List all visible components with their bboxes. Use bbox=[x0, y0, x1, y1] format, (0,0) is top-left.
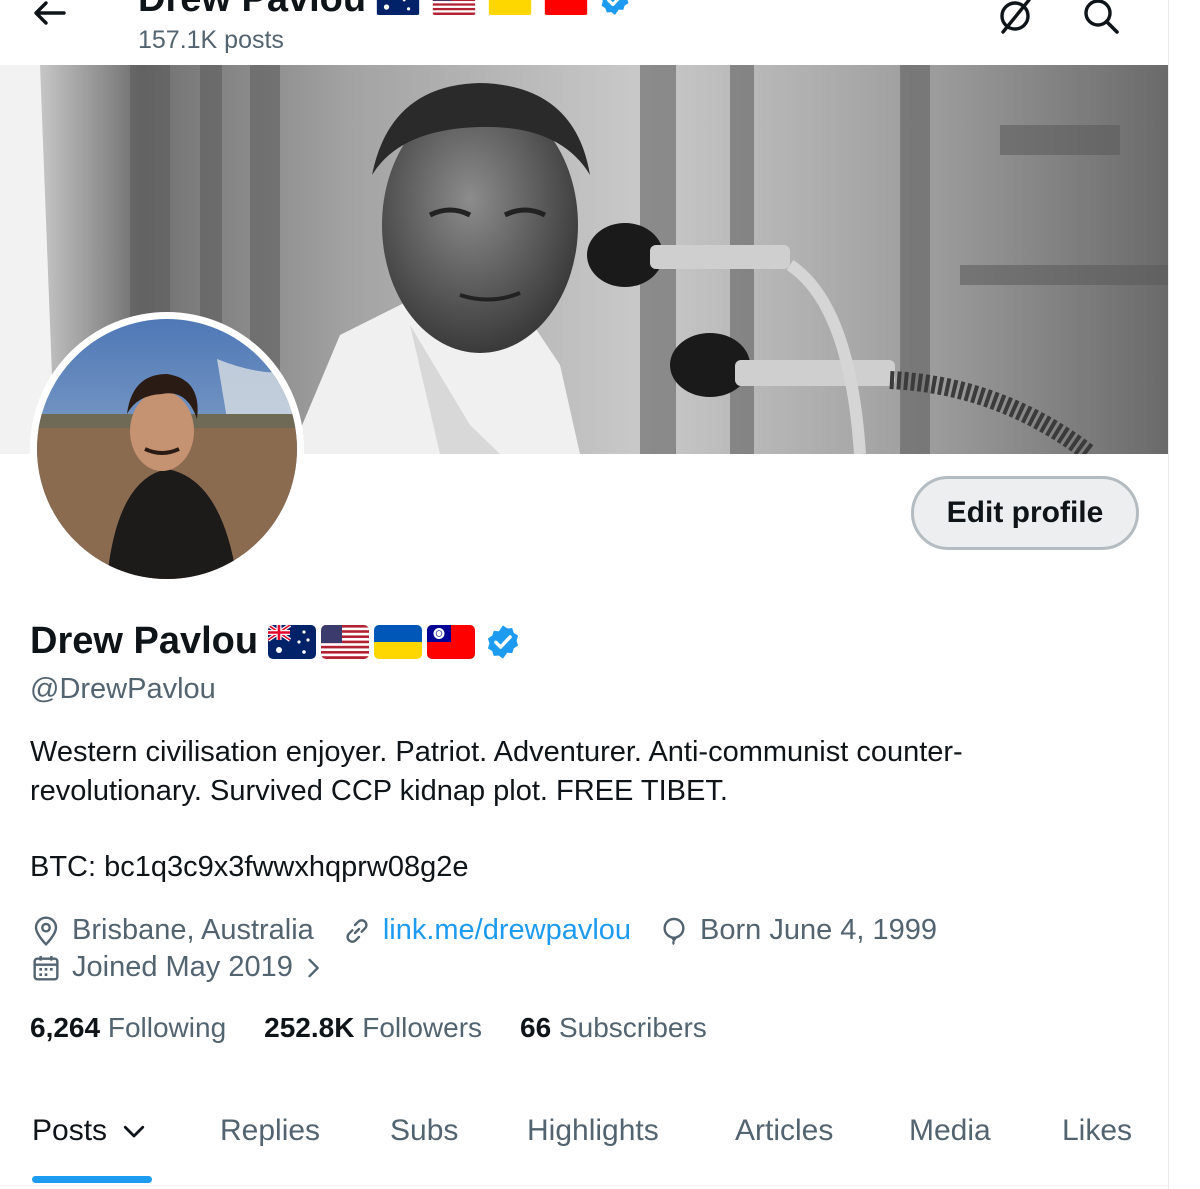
bio-line-2: revolutionary. Survived CCP kidnap plot.… bbox=[30, 775, 728, 807]
right-gutter bbox=[1169, 0, 1200, 1189]
verified-badge-icon[interactable] bbox=[484, 623, 522, 661]
grok-button[interactable] bbox=[990, 0, 1040, 36]
active-tab-indicator bbox=[32, 1176, 152, 1183]
joined-text: Joined May 2019 bbox=[72, 951, 293, 983]
tabs-divider bbox=[0, 1185, 1168, 1186]
edit-profile-button[interactable]: Edit profile bbox=[911, 476, 1139, 550]
header-title: Drew Pavlou bbox=[138, 0, 632, 21]
profile-meta-row: Brisbane, Australia link.me/drewpavlou B… bbox=[30, 914, 964, 947]
followers-stat[interactable]: 252.8K Followers bbox=[264, 1012, 482, 1044]
verified-badge-icon bbox=[601, 0, 629, 15]
following-label: Following bbox=[107, 1012, 227, 1043]
search-button[interactable] bbox=[1076, 0, 1126, 36]
subscribers-label: Subscribers bbox=[558, 1012, 707, 1043]
birthday-item: Born June 4, 1999 bbox=[658, 914, 937, 947]
taiwan-flag-icon bbox=[427, 625, 475, 659]
bio-btc-address: BTC: bc1q3c9x3fwwxhqprw08g2e bbox=[30, 851, 469, 883]
joined-item[interactable]: Joined May 2019 bbox=[30, 951, 337, 984]
following-count: 6,264 bbox=[30, 1012, 101, 1043]
taiwan-flag-icon bbox=[542, 0, 590, 15]
display-name-text: Drew Pavlou bbox=[30, 620, 259, 662]
location-item: Brisbane, Australia bbox=[30, 914, 314, 947]
header-name-text: Drew Pavlou bbox=[138, 0, 366, 21]
header-posts-count: 157.1K posts bbox=[138, 26, 284, 54]
calendar-icon bbox=[33, 955, 59, 981]
followers-count: 252.8K bbox=[264, 1012, 355, 1043]
usa-flag-icon bbox=[430, 0, 478, 15]
tab-posts[interactable]: Posts bbox=[32, 1114, 149, 1148]
grok-icon bbox=[1000, 0, 1031, 34]
ukraine-flag-icon bbox=[374, 625, 422, 659]
following-stat[interactable]: 6,264 Following bbox=[30, 1012, 226, 1044]
tab-subs[interactable]: Subs bbox=[390, 1114, 458, 1148]
australia-flag-icon bbox=[374, 0, 422, 15]
tab-highlights[interactable]: Highlights bbox=[527, 1114, 659, 1148]
profile-page: Drew Pavlou 157.1K posts bbox=[0, 0, 1168, 1189]
tab-likes[interactable]: Likes bbox=[1062, 1114, 1132, 1148]
link-icon bbox=[346, 918, 368, 943]
profile-avatar[interactable] bbox=[30, 312, 304, 586]
tab-posts-label: Posts bbox=[32, 1114, 108, 1147]
website-link[interactable]: link.me/drewpavlou bbox=[383, 914, 631, 947]
profile-handle: @DrewPavlou bbox=[30, 673, 216, 705]
website-item: link.me/drewpavlou bbox=[341, 914, 631, 947]
avatar-photo bbox=[37, 319, 297, 579]
followers-label: Followers bbox=[362, 1012, 483, 1043]
tab-media[interactable]: Media bbox=[909, 1114, 991, 1148]
tab-replies[interactable]: Replies bbox=[220, 1114, 320, 1148]
profile-stats: 6,264 Following 252.8K Followers 66 Subs… bbox=[30, 1012, 745, 1044]
australia-flag-icon bbox=[268, 625, 316, 659]
balloon-icon bbox=[663, 917, 685, 945]
birthday-text: Born June 4, 1999 bbox=[700, 914, 938, 946]
location-pin-icon bbox=[34, 915, 58, 946]
profile-display-name: Drew Pavlou bbox=[30, 620, 522, 663]
profile-tabs: Posts Replies Subs Highlights Articles M… bbox=[0, 1100, 1168, 1189]
search-icon bbox=[1084, 0, 1119, 34]
chevron-down-icon bbox=[123, 1125, 145, 1138]
location-text: Brisbane, Australia bbox=[72, 914, 314, 946]
ukraine-flag-icon bbox=[486, 0, 534, 15]
back-button[interactable] bbox=[26, 0, 72, 30]
profile-bio: Western civilisation enjoyer. Patriot. A… bbox=[30, 733, 1120, 811]
usa-flag-icon bbox=[321, 625, 369, 659]
bio-line-1: Western civilisation enjoyer. Patriot. A… bbox=[30, 736, 963, 768]
subscribers-stat[interactable]: 66 Subscribers bbox=[520, 1012, 707, 1044]
tab-articles[interactable]: Articles bbox=[735, 1114, 833, 1148]
subscribers-count: 66 bbox=[520, 1012, 552, 1043]
profile-joined-row[interactable]: Joined May 2019 bbox=[30, 951, 364, 984]
arrow-left-icon bbox=[34, 1, 66, 25]
chevron-right-icon bbox=[308, 958, 319, 977]
